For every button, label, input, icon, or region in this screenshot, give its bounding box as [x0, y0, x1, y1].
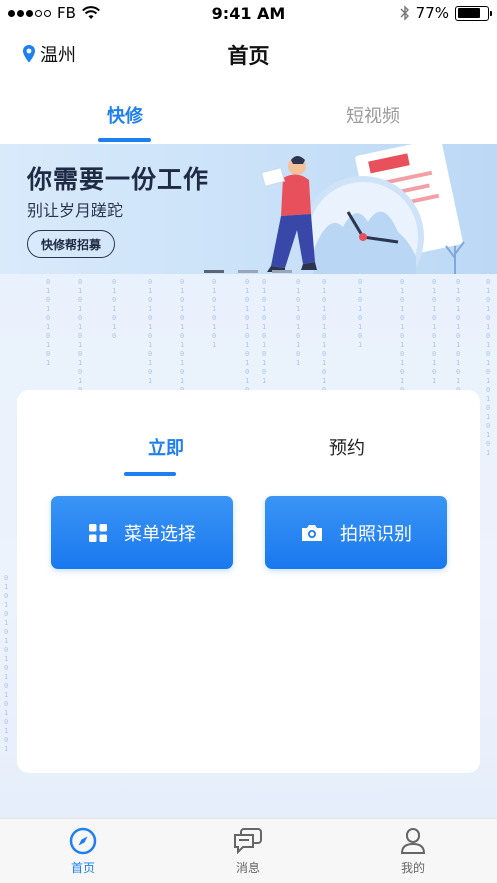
carousel-dot[interactable] — [204, 270, 224, 273]
banner-subtitle: 别让岁月蹉跎 — [27, 201, 124, 220]
header: 温州 首页 — [0, 28, 497, 80]
card-tab-active-indicator — [124, 472, 176, 476]
menu-select-button[interactable]: 菜单选择 — [51, 496, 233, 569]
carousel-dot[interactable] — [272, 270, 292, 273]
nav-home[interactable]: 首页 — [43, 827, 123, 876]
photo-recognize-button[interactable]: 拍照识别 — [265, 496, 447, 569]
menu-select-label: 菜单选择 — [124, 523, 196, 545]
page-title: 首页 — [227, 44, 270, 68]
compass-icon — [69, 827, 97, 855]
banner-title: 你需要一份工作 — [27, 165, 210, 194]
user-icon — [400, 828, 426, 854]
banner-plant-illustration — [445, 241, 465, 274]
battery-level — [457, 8, 480, 18]
camera-icon — [302, 524, 322, 541]
status-bar: FB 9:41 AM 77% — [0, 0, 497, 28]
carousel-indicator — [204, 270, 292, 273]
tab-repair[interactable]: 快修 — [55, 102, 195, 128]
nav-home-label: 首页 — [70, 861, 95, 875]
status-right: 77% — [400, 4, 492, 22]
photo-recognize-label: 拍照识别 — [340, 523, 412, 545]
banner-person-illustration — [260, 156, 317, 272]
tab-immediate[interactable]: 立即 — [116, 434, 216, 460]
banner-recruit-button[interactable]: 快修帮招募 — [27, 230, 115, 258]
battery-percent: 77% — [415, 4, 449, 22]
chat-icon — [234, 828, 262, 855]
order-card: 立即 预约 菜单选择 拍照识别 — [17, 390, 480, 773]
battery-icon — [455, 5, 492, 21]
grid-icon — [89, 523, 107, 542]
nav-messages[interactable]: 消息 — [208, 827, 288, 876]
nav-profile[interactable]: 我的 — [373, 827, 453, 876]
promo-banner[interactable]: 你需要一份工作 别让岁月蹉跎 快修帮招募 — [0, 144, 497, 274]
nav-profile-label: 我的 — [400, 861, 425, 875]
carousel-dot[interactable] — [238, 270, 258, 273]
top-tabs: 快修 短视频 — [0, 92, 497, 144]
tab-active-indicator — [98, 138, 151, 142]
nav-messages-label: 消息 — [235, 861, 260, 875]
tab-short-video[interactable]: 短视频 — [303, 102, 443, 128]
bottom-navigation: 首页 消息 我的 — [0, 818, 497, 883]
tab-appointment[interactable]: 预约 — [297, 434, 397, 460]
bluetooth-icon — [400, 5, 409, 21]
